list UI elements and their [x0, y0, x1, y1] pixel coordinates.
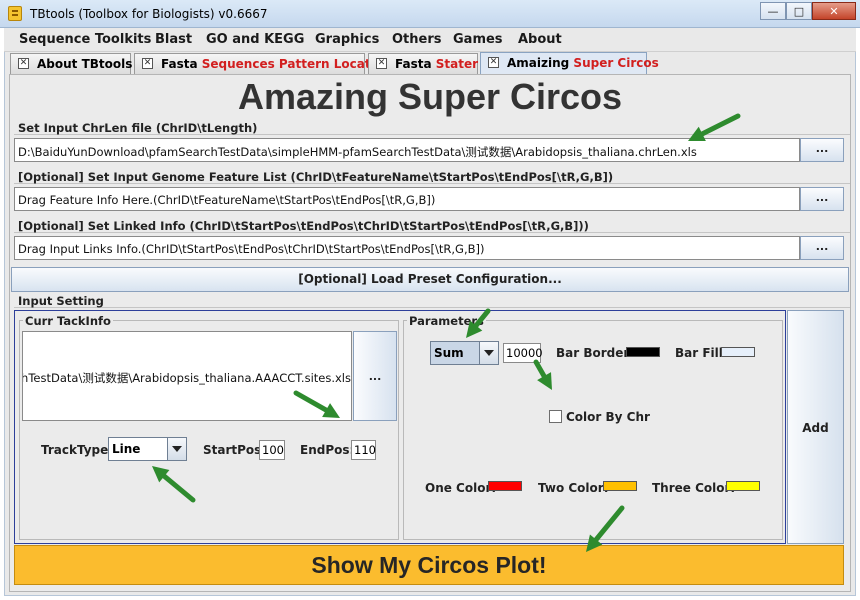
end-pos-input[interactable]: 110 — [351, 440, 376, 460]
tab-about-tbtools[interactable]: ✕ About TBtools — [10, 53, 133, 74]
menu-about[interactable]: About — [518, 32, 562, 47]
show-circos-plot-button[interactable]: Show My Circos Plot! — [14, 545, 844, 585]
two-color-label: Two Color: — [538, 481, 609, 495]
start-pos-label: StartPos: — [203, 443, 267, 457]
color-by-chr-checkbox[interactable] — [549, 410, 562, 423]
tab-super-circos[interactable]: ✕ Amaizing Super Circos — [480, 52, 659, 74]
menu-graphics[interactable]: Graphics — [315, 32, 379, 47]
tab-label-highlight: Sequences Pattern Locator — [201, 57, 385, 71]
links-label: [Optional] Set Linked Info (ChrID\tStart… — [18, 219, 589, 233]
two-color-swatch[interactable] — [603, 481, 637, 491]
tab-label: Fasta — [395, 57, 436, 71]
end-pos-label: EndPos: — [300, 443, 355, 457]
chrlen-browse-button[interactable]: ... — [800, 138, 844, 162]
three-color-swatch[interactable] — [726, 481, 760, 491]
start-pos-input[interactable]: 100 — [259, 440, 285, 460]
track-type-label: TrackType: — [41, 443, 114, 457]
load-preset-button[interactable]: [Optional] Load Preset Configuration... — [11, 267, 849, 292]
window-size-input[interactable]: 10000 — [503, 343, 543, 363]
track-type-select[interactable]: Line — [108, 437, 187, 461]
menu-sequence-toolkits[interactable]: Sequence Toolkits — [19, 32, 151, 47]
add-track-button[interactable]: Add — [787, 310, 844, 544]
tab-label-highlight: Super Circos — [573, 56, 659, 70]
menu-others[interactable]: Others — [392, 32, 442, 47]
tab-label: Fasta — [161, 57, 202, 71]
window-titlebar: TBtools (Toolbox for Biologists) v0.6667… — [0, 0, 860, 28]
window-controls: — □ ✕ — [760, 2, 856, 20]
page-title: Amazing Super Circos — [237, 76, 623, 117]
group-divider — [14, 307, 850, 308]
track-file-value: hTestData\测试数据\Arabidopsis_thaliana.AAAC… — [22, 371, 351, 385]
input-setting-label: Input Setting — [18, 294, 104, 308]
close-button[interactable]: ✕ — [812, 2, 856, 20]
feature-label: [Optional] Set Input Genome Feature List… — [18, 170, 614, 184]
chrlen-input[interactable]: D:\BaiduYunDownload\pfamSearchTestData\s… — [14, 138, 800, 162]
maximize-button[interactable]: □ — [786, 2, 812, 20]
tab-label-highlight: Stater — [435, 57, 479, 71]
menu-blast[interactable]: Blast — [155, 32, 192, 47]
chevron-down-icon[interactable] — [479, 342, 498, 364]
links-input[interactable]: Drag Input Links Info.(ChrID\tStartPos\t… — [14, 236, 800, 260]
feature-input[interactable]: Drag Feature Info Here.(ChrID\tFeatureNa… — [14, 187, 800, 211]
close-tab-icon[interactable]: ✕ — [142, 58, 153, 69]
one-color-label: One Color: — [425, 481, 497, 495]
tab-label: About TBtools — [37, 57, 133, 71]
one-color-swatch[interactable] — [488, 481, 522, 491]
window-title: TBtools (Toolbox for Biologists) v0.6667 — [30, 7, 268, 21]
track-file-input[interactable]: hTestData\测试数据\Arabidopsis_thaliana.AAAC… — [22, 331, 352, 421]
app-icon — [8, 6, 22, 21]
tab-fasta-stater[interactable]: ✕ Fasta Stater — [368, 53, 478, 74]
menu-games[interactable]: Games — [453, 32, 503, 47]
curr-track-label: Curr TackInfo — [23, 314, 113, 328]
links-browse-button[interactable]: ... — [800, 236, 844, 260]
parameters-label: Parameters — [407, 314, 486, 328]
chrlen-label: Set Input ChrLen file (ChrID\tLength) — [18, 121, 258, 135]
feature-browse-button[interactable]: ... — [800, 187, 844, 211]
minimize-button[interactable]: — — [760, 2, 786, 20]
aggregate-mode-select[interactable]: Sum — [430, 341, 499, 365]
three-color-label: Three Color: — [652, 481, 736, 495]
menu-bar: Sequence Toolkits Blast GO and KEGG Grap… — [4, 28, 856, 52]
bar-fill-color-swatch[interactable] — [721, 347, 755, 357]
bar-fill-label: Bar Fill: — [675, 346, 728, 360]
tab-bar: ✕ About TBtools ✕ Fasta Sequences Patter… — [4, 52, 856, 74]
close-tab-icon[interactable]: ✕ — [488, 57, 499, 68]
tab-label: Amaizing — [507, 56, 574, 70]
bar-border-color-swatch[interactable] — [626, 347, 660, 357]
menu-go-and-kegg[interactable]: GO and KEGG — [206, 32, 304, 47]
chevron-down-icon[interactable] — [167, 438, 186, 460]
tab-sequences-pattern-locator[interactable]: ✕ Fasta Sequences Pattern Locator — [134, 53, 385, 74]
color-by-chr-label: Color By Chr — [566, 410, 650, 424]
track-browse-button[interactable]: ... — [353, 331, 397, 421]
track-type-value: Line — [112, 442, 141, 456]
close-tab-icon[interactable]: ✕ — [18, 58, 29, 69]
close-tab-icon[interactable]: ✕ — [376, 58, 387, 69]
aggregate-mode-value: Sum — [434, 346, 464, 360]
bar-border-label: Bar Border: — [556, 346, 635, 360]
